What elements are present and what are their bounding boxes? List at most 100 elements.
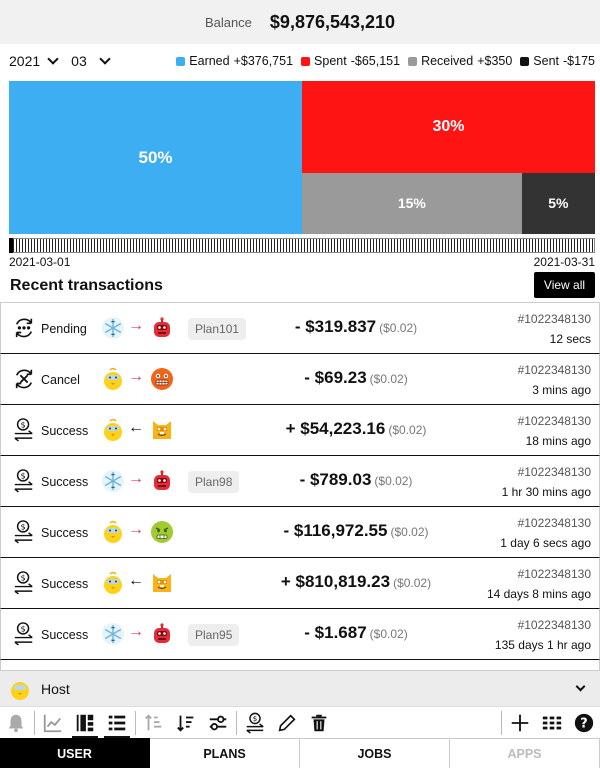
host-selector[interactable]: Host <box>0 670 600 706</box>
transaction-id[interactable]: #1022348130 <box>518 618 591 632</box>
transaction-id[interactable]: #1022348130 <box>518 363 591 377</box>
legend-value: -$65,151 <box>350 54 401 68</box>
transaction-status: Success <box>41 475 89 489</box>
legend-swatch <box>520 56 530 66</box>
transaction-time: 1 day 6 secs ago <box>500 536 591 550</box>
svg-text:$: $ <box>20 522 25 532</box>
treemap-tile-received[interactable]: 15% <box>302 172 522 234</box>
edit-button[interactable] <box>271 707 303 739</box>
transaction-fee: ($0.02) <box>369 627 408 641</box>
snowflake-avatar-icon <box>101 316 125 340</box>
transaction-row[interactable]: $ Success ← + $810,819.23 ($0.02) #1022348130… <box>0 558 600 609</box>
transaction-id[interactable]: #1022348130 <box>518 414 591 428</box>
line-chart-icon <box>43 714 62 732</box>
transaction-row[interactable]: Cancel → - $69.23 ($0.02) #1022348130 3 mins … <box>0 354 600 405</box>
transaction-amount: - $319.837 <box>294 317 377 336</box>
bell-icon <box>8 714 24 732</box>
transfer-button[interactable]: $ <box>239 707 271 739</box>
help-button[interactable]: ? <box>568 707 600 739</box>
month-select[interactable]: 03 <box>71 53 111 69</box>
view-all-button[interactable]: View all <box>534 272 595 298</box>
arrow-left-icon: ← <box>128 419 144 436</box>
year-select[interactable]: 2021 <box>9 53 59 69</box>
treemap-view-button[interactable] <box>69 707 101 739</box>
svg-text:$: $ <box>20 471 25 481</box>
cancel-icon <box>13 367 35 391</box>
treemap-tile-sent[interactable]: 5% <box>521 172 595 234</box>
list-view-button[interactable] <box>101 707 133 739</box>
transaction-status: Success <box>41 577 89 591</box>
sort-ascending-button[interactable] <box>138 707 170 739</box>
treemap-tile-spent[interactable]: 30% <box>302 81 595 173</box>
svg-text:$: $ <box>20 624 25 634</box>
legend-item-earned[interactable]: Earned +$376,751 <box>176 54 293 68</box>
transaction-row[interactable] <box>0 660 600 670</box>
snowflake-avatar-icon <box>101 469 125 493</box>
treemap-icon <box>76 714 94 731</box>
transaction-row[interactable]: $ Success ← + $54,223.16 ($0.02) #1022348130 1… <box>0 405 600 456</box>
transaction-id[interactable]: #1022348130 <box>518 465 591 479</box>
chevron-down-icon <box>575 681 586 692</box>
transaction-time: 14 days 8 mins ago <box>486 587 591 601</box>
transaction-amount-group: - $319.837 ($0.02) <box>231 317 481 337</box>
tab-jobs[interactable]: JOBS <box>300 738 450 768</box>
arrow-right-icon: → <box>128 623 144 640</box>
chick-avatar-icon <box>11 681 29 700</box>
summary-treemap: 50% 30% 15% 5% <box>9 81 595 234</box>
filter-button[interactable] <box>202 707 234 739</box>
range-start-date: 2021-03-01 <box>9 255 71 269</box>
robot-avatar-icon <box>150 469 174 493</box>
transaction-id[interactable]: #1022348130 <box>518 312 591 326</box>
arrow-right-icon: → <box>128 317 144 334</box>
notifications-button[interactable] <box>0 707 32 739</box>
robot-avatar-icon <box>150 316 174 340</box>
line-chart-button[interactable] <box>37 707 69 739</box>
legend-label: Spent <box>314 54 347 68</box>
transaction-row[interactable]: $ Success → - $116,972.55 ($0.02) #1022348130… <box>0 507 600 558</box>
transaction-amount-group: + $810,819.23 ($0.02) <box>231 572 481 592</box>
grimace-avatar-icon <box>150 367 174 391</box>
treemap-tile-earned[interactable]: 50% <box>9 81 302 234</box>
list-icon <box>108 715 126 730</box>
transaction-status: Success <box>41 526 89 540</box>
transaction-row[interactable]: $ Success → Plan98- $789.03 ($0.02) #10223481… <box>0 456 600 507</box>
tab-plans[interactable]: PLANS <box>150 738 300 768</box>
sliders-icon <box>209 715 227 730</box>
transaction-time: 18 mins ago <box>525 434 591 448</box>
transaction-list[interactable]: Pending → Plan101- $319.837 ($0.02) #1022348… <box>0 302 600 670</box>
sort-ascending-icon <box>145 713 162 730</box>
pending-icon <box>13 316 35 340</box>
snowflake-avatar-icon <box>101 622 125 646</box>
transaction-id[interactable]: #1022348130 <box>518 567 591 581</box>
delete-button[interactable] <box>303 707 335 739</box>
date-range-slider[interactable] <box>9 238 595 253</box>
legend-item-spent[interactable]: Spent -$65,151 <box>301 54 400 68</box>
balance-value: $9,876,543,210 <box>269 11 396 32</box>
transaction-fee: ($0.02) <box>374 474 413 488</box>
range-handle[interactable] <box>9 238 13 253</box>
transaction-row[interactable]: $ Success → Plan95- $1.687 ($0.02) #102234813… <box>0 609 600 660</box>
legend-swatch <box>301 56 311 66</box>
sort-descending-icon <box>177 715 194 732</box>
money-transfer-icon: $ <box>246 712 264 734</box>
grid-view-button[interactable] <box>536 707 568 739</box>
sort-descending-button[interactable] <box>170 707 202 739</box>
legend-item-sent[interactable]: Sent -$175 <box>520 54 595 68</box>
robot-avatar-icon <box>150 622 174 646</box>
chevron-down-icon <box>99 53 111 65</box>
success-icon: $ <box>13 418 35 442</box>
treemap-tile-label: 30% <box>432 117 465 135</box>
arrow-right-icon: → <box>128 470 144 487</box>
svg-text:$: $ <box>20 573 25 583</box>
svg-text:?: ? <box>580 716 587 731</box>
tab-user[interactable]: USER <box>0 738 150 768</box>
tab-apps: APPS <box>450 738 600 768</box>
legend-item-received[interactable]: Received +$350 <box>408 54 512 68</box>
transaction-row[interactable]: Pending → Plan101- $319.837 ($0.02) #1022348… <box>0 303 600 354</box>
legend-value: +$350 <box>477 54 513 68</box>
add-button[interactable] <box>504 707 536 739</box>
transaction-id[interactable]: #1022348130 <box>518 516 591 530</box>
sick-face-avatar-icon <box>150 520 174 544</box>
chick-avatar-icon <box>101 367 125 391</box>
toolbar-divider <box>135 710 136 735</box>
